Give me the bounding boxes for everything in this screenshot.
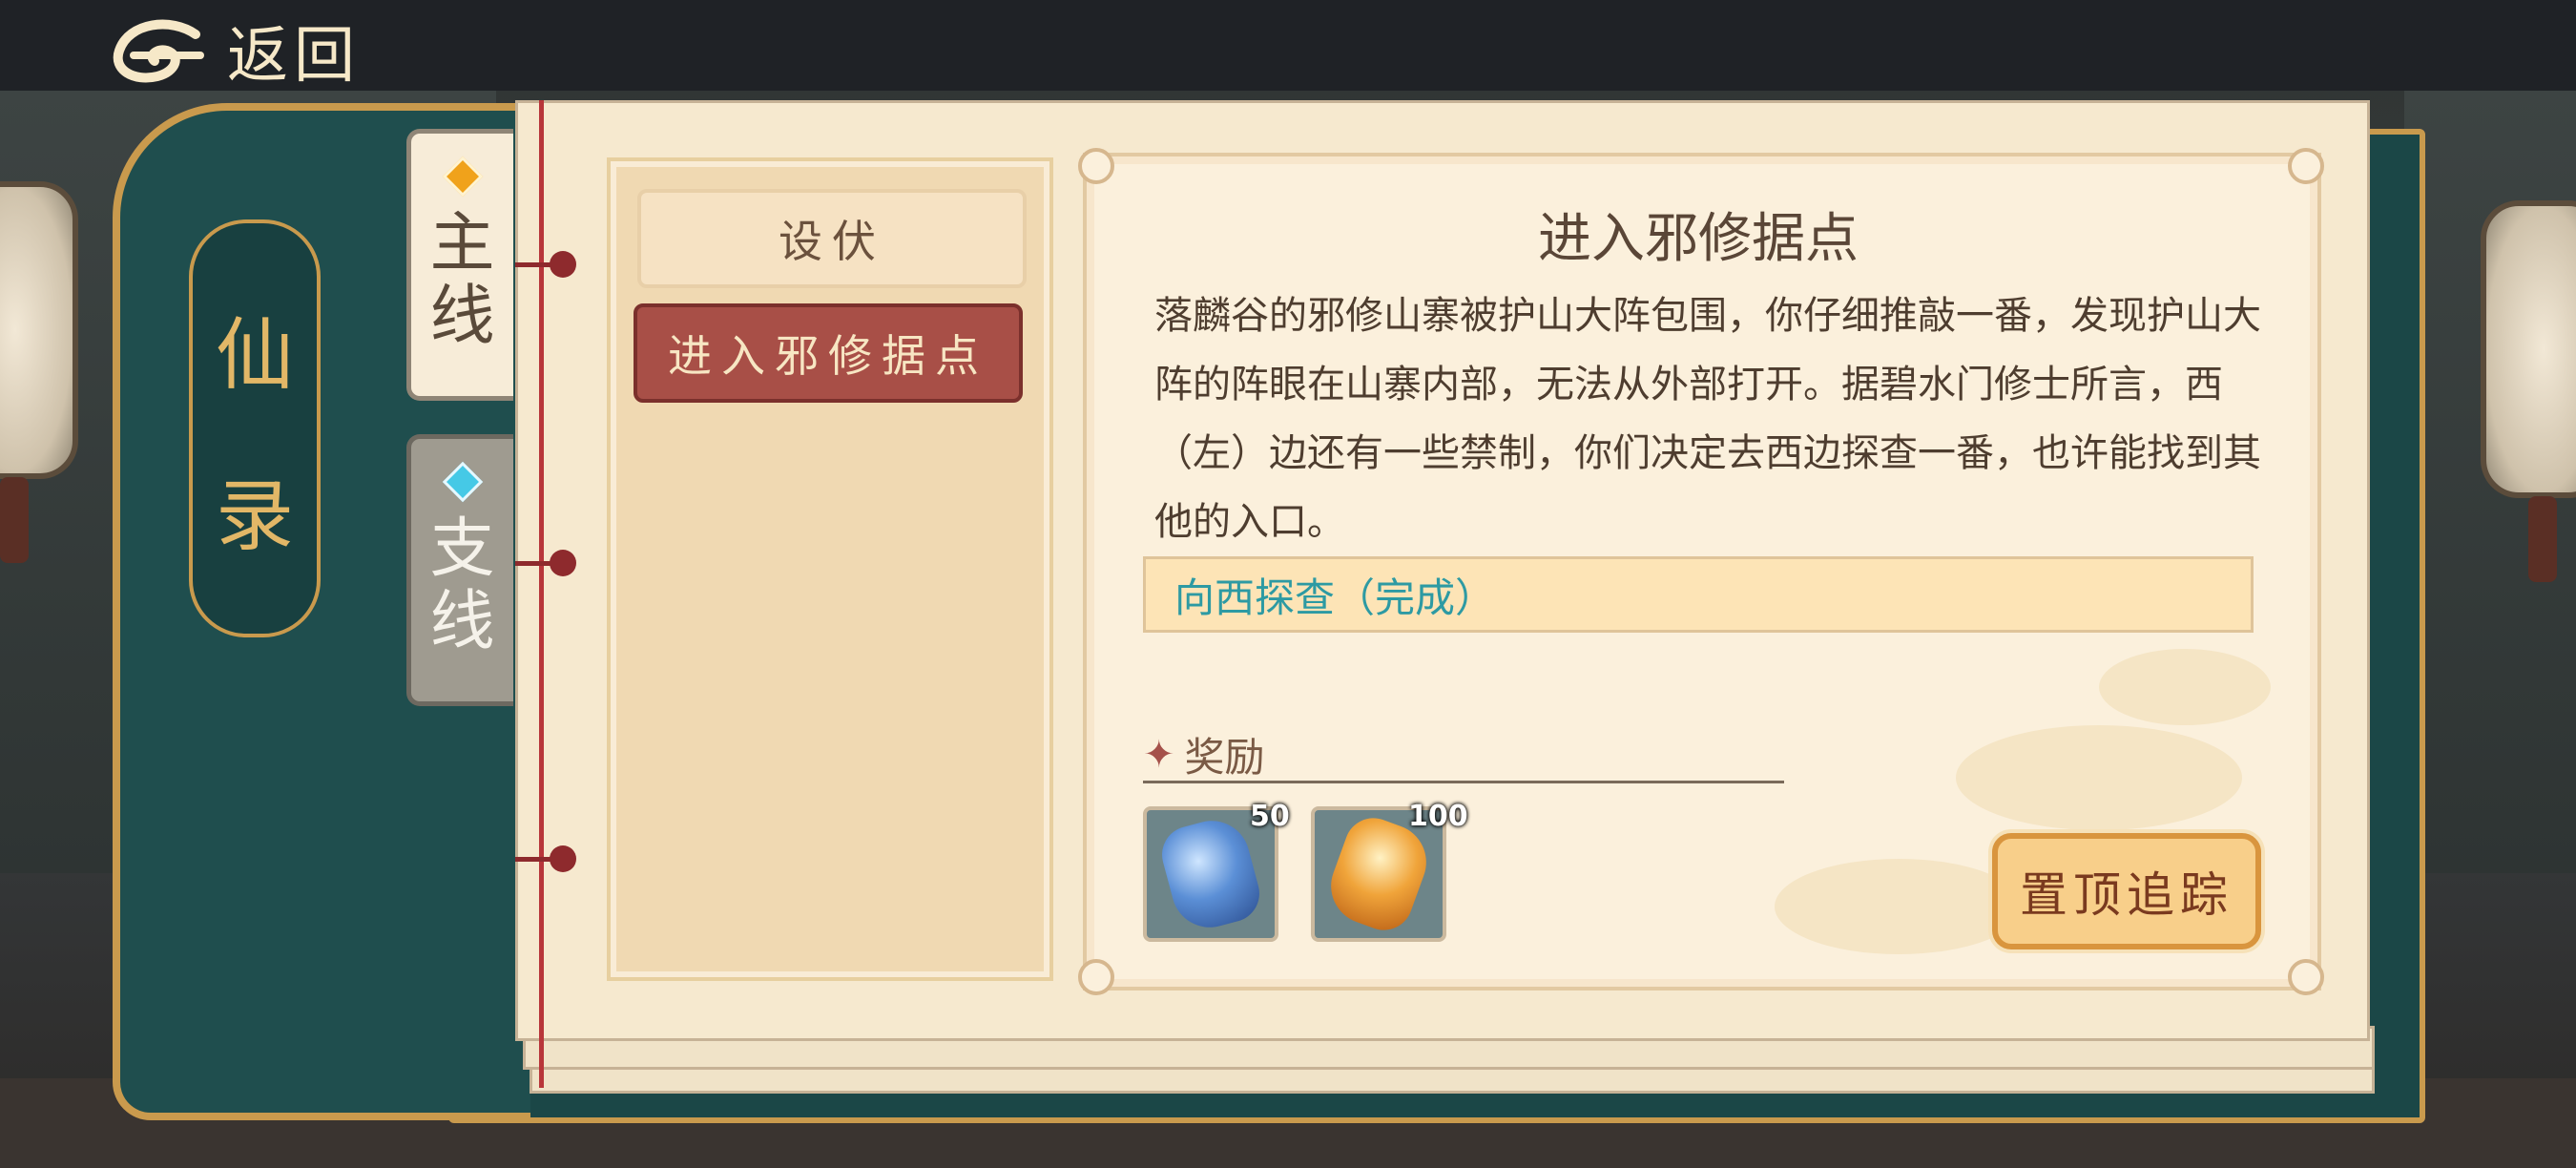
back-label: 返回 — [227, 21, 361, 92]
quest-title: 进入邪修据点 — [1538, 208, 1859, 270]
tab-side-quest[interactable]: 支 线 — [406, 434, 513, 706]
reward-divider — [1143, 781, 1784, 783]
binding-thread — [515, 857, 553, 862]
reward-count: 100 — [1408, 800, 1468, 833]
panel-corner-ornament — [1078, 959, 1114, 995]
panel-corner-ornament — [2288, 148, 2324, 184]
binding-stitch-icon — [550, 251, 576, 278]
quest-list-item-selected[interactable]: 进入邪修据点 — [634, 303, 1023, 403]
panel-corner-ornament — [2288, 959, 2324, 995]
cloud-decor — [1775, 859, 2023, 954]
panel-corner-ornament — [1078, 148, 1114, 184]
sparkle-icon: ✦ — [1143, 732, 1175, 777]
binding-line — [539, 100, 544, 1088]
tab-main-quest[interactable]: 主 线 — [406, 129, 513, 401]
binding-stitch-icon — [550, 550, 576, 576]
tab-label-char: 主 — [429, 206, 495, 282]
binding-thread — [515, 561, 553, 566]
binding-stitch-icon — [550, 845, 576, 872]
quest-objective-text: 向西探查（完成） — [1174, 574, 1496, 621]
quest-objective-box: 向西探查（完成） — [1143, 556, 2254, 633]
cloud-decor — [1956, 725, 2242, 830]
tab-label-char: 线 — [429, 584, 495, 659]
lantern-right-tassel — [2528, 496, 2557, 582]
reward-count: 50 — [1250, 800, 1290, 833]
book-title-char: 录 — [215, 471, 294, 562]
binding-thread — [515, 262, 553, 267]
diamond-icon — [442, 156, 483, 198]
cloud-decor — [2099, 649, 2271, 725]
pin-track-button[interactable]: 置顶追踪 — [1992, 833, 2261, 949]
tab-label-char: 支 — [429, 511, 495, 587]
lantern-left-icon — [0, 181, 78, 479]
cloud-swirl-back-icon — [113, 19, 204, 83]
quest-description: 落麟谷的邪修山寨被护山大阵包围，你仔细推敲一番，发现护山大阵的阵眼在山寨内部，无… — [1154, 294, 2261, 544]
book-title-char: 仙 — [215, 310, 294, 401]
quest-list-item[interactable]: 设伏 — [637, 189, 1027, 288]
diamond-icon — [442, 461, 483, 503]
reward-header: ✦ 奖励 — [1143, 725, 1265, 783]
lantern-left-tassel — [0, 477, 29, 563]
back-button[interactable]: 返回 — [105, 8, 391, 94]
book-title-plate: 仙 录 — [189, 219, 321, 637]
lantern-right-icon — [2481, 200, 2576, 498]
tab-label-char: 线 — [429, 279, 495, 354]
reward-label: 奖励 — [1184, 734, 1265, 781]
